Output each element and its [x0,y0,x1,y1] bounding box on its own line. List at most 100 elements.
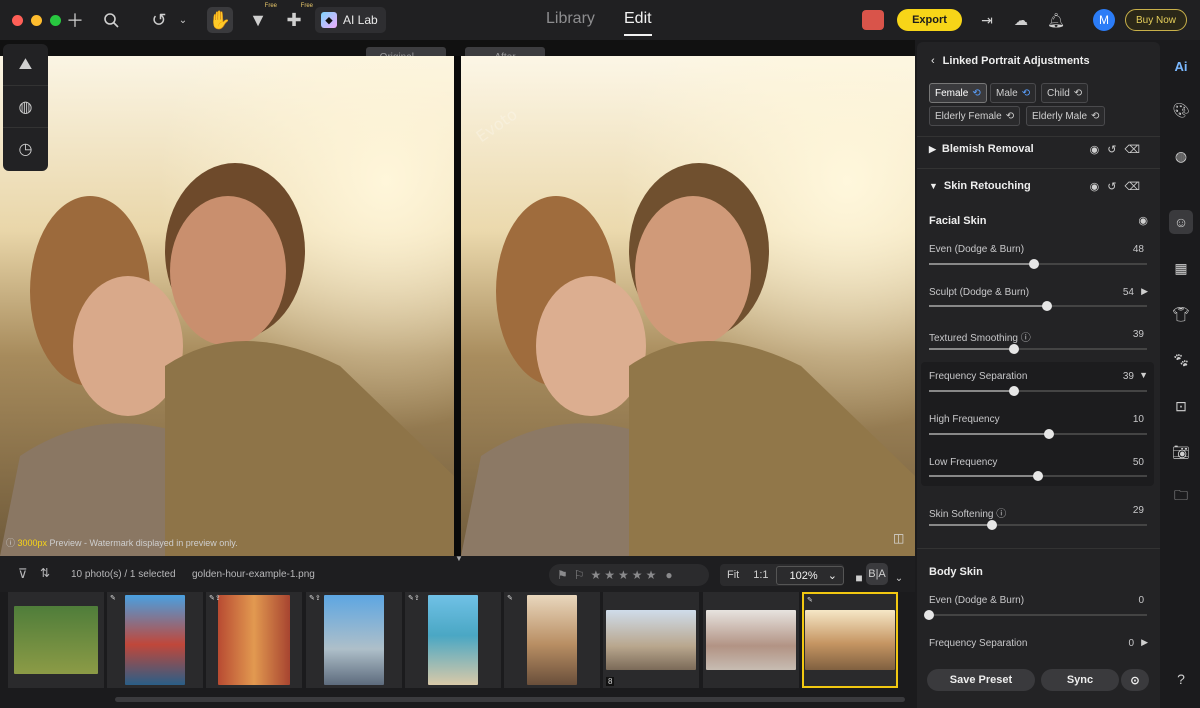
minimize-window-button[interactable] [31,14,42,26]
tab-library[interactable]: Library [546,10,595,28]
import-icon[interactable]: ⇥ [974,7,1000,33]
slider-knob[interactable] [1043,429,1054,439]
slider-body-even[interactable] [924,610,1147,620]
thumbnail[interactable] [8,592,104,688]
bandage-tool-icon[interactable]: ✚ Free [281,3,313,33]
tab-edit[interactable]: Edit [624,10,652,36]
ai-tools-icon[interactable]: Ai [1169,54,1193,78]
eye-icon[interactable]: ◉ [1138,214,1148,227]
eye-icon[interactable]: ◉ [1090,144,1108,156]
sync-settings-icon[interactable]: ⊙ [1121,669,1149,691]
photo-canvas[interactable]: Original ⌄ After [0,40,915,556]
eraser-icon[interactable]: ⌫ [1124,144,1148,156]
cloud-icon[interactable]: ☁ [1008,7,1034,33]
slider-knob[interactable] [1009,344,1020,354]
crop-icon[interactable]: ⊡ [1169,394,1193,418]
chip-female[interactable]: Female ⟲ [929,83,987,103]
flag-icon[interactable]: ⚑ [557,568,568,582]
thumbnail[interactable] [703,592,799,688]
back-chevron-icon[interactable]: ‹ [931,55,935,67]
pet-icon[interactable]: 🐾︎ [1169,348,1193,372]
search-icon[interactable] [98,7,124,33]
reject-flag-icon[interactable]: ⚐ [574,568,585,582]
zoom-percent-select[interactable]: 102% ⌄ [775,565,844,585]
help-icon[interactable]: ? [1169,667,1193,691]
before-after-view-icon[interactable]: B|A [866,563,888,585]
thumbnail[interactable]: ✎ [107,592,203,688]
thumbnail[interactable]: ✎⇪ [306,592,402,688]
star-rating[interactable]: ★★★★★ [591,568,660,582]
expand-triangle-icon[interactable]: ▶ [1141,637,1148,648]
slider-knob[interactable] [1033,471,1043,481]
zoom-1to1-button[interactable]: 1:1 [746,569,775,581]
background-icon[interactable]: ▦ [1169,256,1193,280]
color-label-icon[interactable]: ● [665,568,672,582]
section-skin-retouching[interactable]: ▼ Skin Retouching [929,180,1031,192]
thumbnail-selected[interactable]: ✎ [802,592,898,688]
expand-triangle-icon[interactable]: ▶ [1141,286,1148,297]
close-window-button[interactable] [12,14,23,26]
slider-textured-smoothing[interactable] [929,344,1147,354]
stamp-tool-icon[interactable]: ▼ Free [245,3,277,33]
slider-knob[interactable] [924,610,934,620]
export-button[interactable]: Export [897,9,962,31]
slider-knob[interactable] [1041,301,1052,311]
gift-icon[interactable] [862,10,884,30]
slider-skin-softening[interactable] [929,520,1147,530]
eye-icon[interactable]: ◉ [1090,181,1108,193]
split-divider[interactable] [454,56,461,556]
chip-elderly-female[interactable]: Elderly Female ⟲ [929,106,1021,126]
chip-elderly-male[interactable]: Elderly Male ⟲ [1026,106,1106,126]
filmstrip-scrollbar[interactable] [115,697,905,702]
eraser-icon[interactable]: ⌫ [1124,181,1148,193]
ai-lab-button[interactable]: ◆ AI Lab [315,7,386,33]
zoom-window-button[interactable] [50,14,61,26]
compare-view-icon[interactable]: ◫ [893,531,911,549]
bell-icon[interactable]: 🔔︎ [1043,7,1069,33]
save-preset-button[interactable]: Save Preset [927,669,1035,691]
palette-icon[interactable]: 🎨︎ [1169,98,1193,122]
camera-icon[interactable]: 📷︎ [1169,440,1193,464]
divider [917,548,1160,549]
sync-button[interactable]: Sync [1041,669,1119,691]
filter-icon[interactable]: ⊽ [18,566,28,582]
collapse-triangle-icon[interactable]: ▼ [1139,370,1148,380]
thumbnail[interactable]: ✎⇪ [405,592,501,688]
chip-child[interactable]: Child ⟲ [1041,83,1089,103]
slider-knob[interactable] [987,520,998,530]
chevron-down-icon[interactable]: ⌄ [170,7,196,33]
slider-knob[interactable] [1028,259,1039,269]
avatar[interactable]: M [1093,9,1115,31]
slider-knob[interactable] [1009,386,1020,396]
slider-frequency-separation[interactable] [929,386,1147,396]
texture-icon[interactable]: ◍ [1169,144,1193,168]
history-icon[interactable]: ◷ [3,128,48,170]
slider-sculpt[interactable] [929,301,1147,311]
texture-tool-icon[interactable]: ◍ [3,86,48,128]
reset-icon[interactable]: ↺ [1107,144,1124,156]
hand-tool-icon[interactable]: ✋ [207,7,233,33]
section-blemish-removal[interactable]: ▶ Blemish Removal [929,143,1034,155]
tool-category-strip: Ai 🎨︎ ◍ ☺ ▦ 👕︎ 🐾︎ ⊡ 📷︎ 🗀 ? [1162,40,1200,708]
info-icon[interactable]: ⓘ [1021,333,1031,344]
thumbnail[interactable]: ✎⇪ [206,592,302,688]
folder-icon[interactable]: 🗀 [1169,485,1193,509]
portrait-icon[interactable]: ☺ [1169,210,1193,234]
add-icon[interactable]: ＋ [62,7,88,33]
collapse-filmstrip-icon[interactable]: ▼ [455,554,463,563]
zoom-fit-button[interactable]: Fit [720,569,746,581]
thumbnail-stack[interactable]: 8 [603,592,699,688]
clothing-icon[interactable]: 👕︎ [1169,302,1193,326]
slider-high-frequency[interactable] [929,429,1147,439]
undo-icon[interactable]: ↺ [146,7,172,33]
slider-even[interactable] [929,259,1147,269]
chip-male[interactable]: Male ⟲ [990,83,1037,103]
sort-icon[interactable]: ⇅ [40,566,50,580]
slider-low-frequency[interactable] [929,471,1147,481]
thumbnail[interactable]: ✎ [504,592,600,688]
info-icon[interactable]: ⓘ [996,509,1006,520]
chevron-down-icon[interactable]: ⌄ [886,565,912,591]
buy-now-button[interactable]: Buy Now [1125,9,1187,31]
reset-icon[interactable]: ↺ [1107,181,1124,193]
scene-tool-icon[interactable]: ⛰ [3,44,48,86]
